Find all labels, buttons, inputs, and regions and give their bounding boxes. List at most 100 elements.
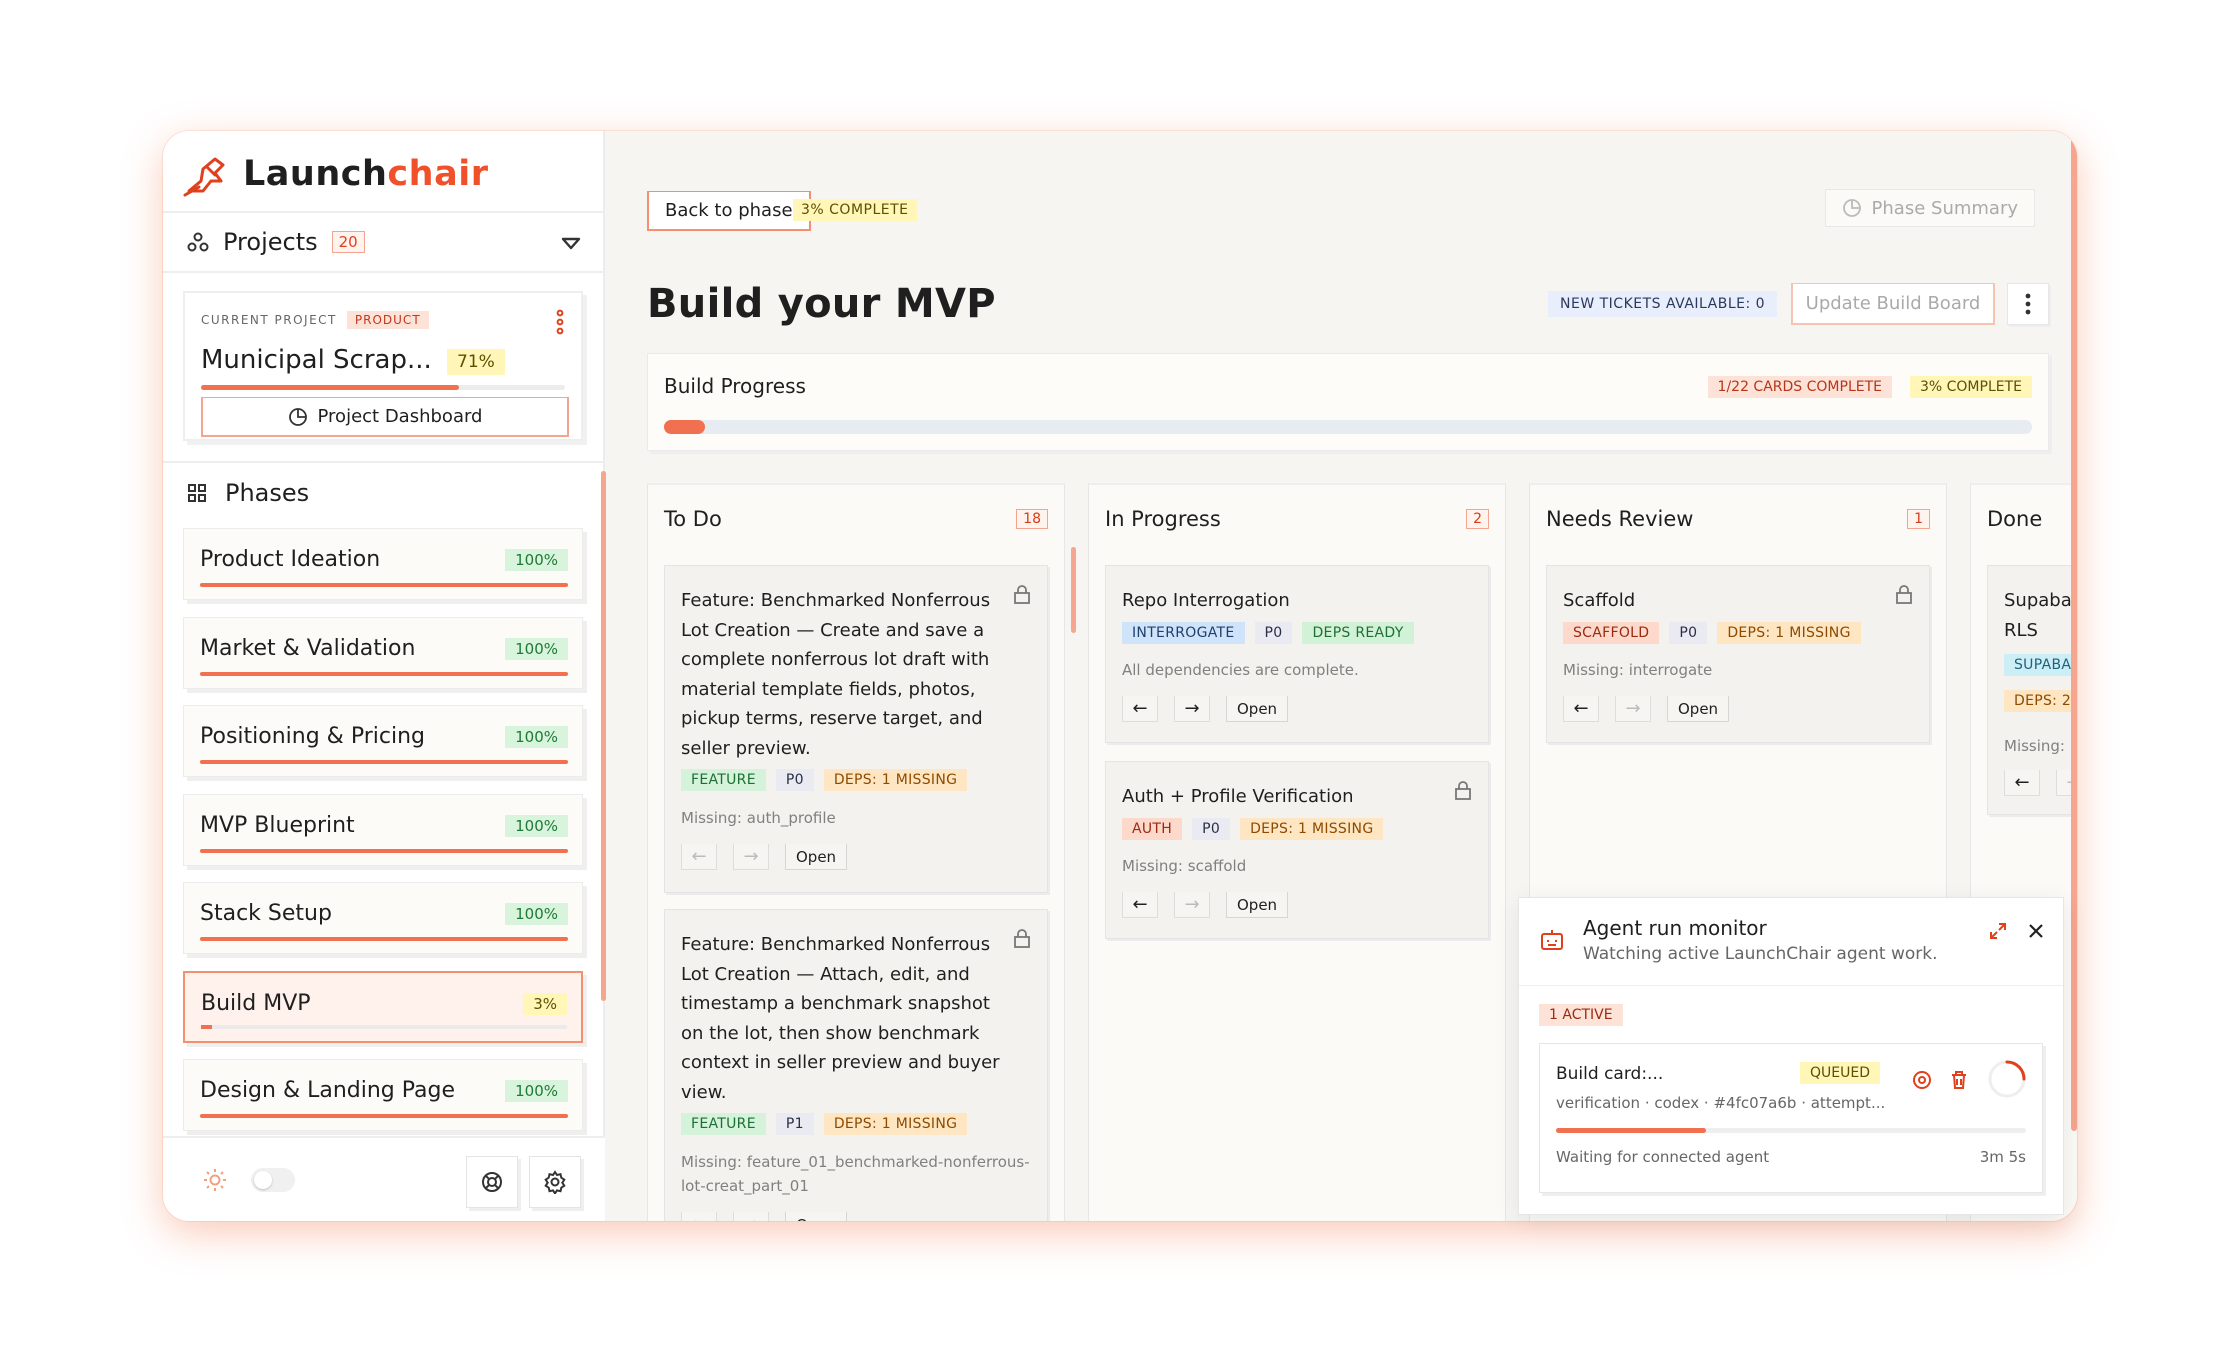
ticket-title: Repo Interrogation: [1122, 590, 1290, 611]
ticket-actions: ← →: [2004, 770, 2077, 796]
projects-selector[interactable]: Projects 20: [163, 211, 605, 273]
ticket-card[interactable]: Scaffold SCAFFOLD P0 DEPS: 1 MISSING Mis…: [1546, 565, 1930, 743]
board-menu-button[interactable]: [2007, 283, 2049, 325]
settings-button[interactable]: [529, 1156, 581, 1208]
ticket-card[interactable]: Repo Interrogation INTERROGATE P0 DEPS R…: [1105, 565, 1489, 743]
phase-summary-label: Phase Summary: [1871, 197, 2018, 219]
expand-icon[interactable]: [1989, 922, 2007, 940]
theme-toggle[interactable]: [251, 1168, 295, 1192]
phase-summary-button[interactable]: Phase Summary: [1824, 189, 2035, 227]
arrow-right-icon: →: [743, 1214, 758, 1221]
ticket-note: All dependencies are complete.: [1122, 661, 1359, 679]
ticket-title: Auth + Profile Verification: [1122, 786, 1354, 807]
type-tag: SCAFFOLD: [1563, 622, 1660, 644]
column-in-progress: In Progress 2 Repo Interrogation INTERRO…: [1088, 483, 1506, 1221]
brand-logo[interactable]: Launchchair: [181, 151, 488, 197]
phase-name: Positioning & Pricing: [200, 724, 425, 749]
deps-tag: DEPS: 1 MISSING: [823, 769, 968, 791]
move-right-button[interactable]: →: [733, 844, 769, 870]
phase-item-stack-setup[interactable]: Stack Setup 100%: [183, 882, 583, 954]
open-ticket-button[interactable]: Open: [1667, 696, 1730, 722]
chevron-down-icon[interactable]: [561, 237, 581, 251]
move-right-button[interactable]: →: [1174, 696, 1210, 722]
move-left-button[interactable]: ←: [2004, 770, 2040, 796]
column-title: Done: [1987, 507, 2043, 531]
project-dashboard-label: Project Dashboard: [317, 406, 483, 427]
back-to-phase-button[interactable]: Back to phase: [647, 191, 811, 231]
stop-icon[interactable]: [1912, 1070, 1932, 1090]
move-right-button[interactable]: →: [1174, 892, 1210, 918]
phase-item-build-mvp[interactable]: Build MVP 3%: [183, 971, 583, 1043]
arrow-left-icon: ←: [2014, 772, 2030, 793]
ticket-actions: ← → Open: [1563, 696, 1730, 722]
run-meta: verification · codex · #4fc07a6b · attem…: [1556, 1094, 1886, 1112]
type-tag: INTERROGATE: [1122, 622, 1245, 644]
phase-item-design-landing[interactable]: Design & Landing Page 100%: [183, 1059, 583, 1131]
phase-progress: [200, 760, 568, 764]
phase-percent: 100%: [505, 903, 568, 925]
open-ticket-button[interactable]: Open: [1226, 696, 1289, 722]
deps-tag: DEPS: 1 MISSING: [823, 1113, 968, 1135]
open-ticket-button[interactable]: Open: [785, 1212, 848, 1221]
phase-percent: 100%: [505, 638, 568, 660]
sidebar-footer: [163, 1136, 605, 1221]
ticket-card[interactable]: Supabas RLS SUPABAS DEPS: 2 I Missing: ir…: [1987, 565, 2077, 815]
move-left-button[interactable]: ←: [1122, 696, 1158, 722]
phase-item-product-ideation[interactable]: Product Ideation 100%: [183, 528, 583, 600]
more-vertical-icon: [2025, 293, 2031, 315]
deps-tag: DEPS: 1 MISSING: [1240, 818, 1384, 840]
column-count: 1: [1907, 509, 1930, 529]
phase-complete-badge: 3% COMPLETE: [793, 199, 917, 221]
ticket-title: Scaffold: [1563, 590, 1636, 611]
product-badge: PRODUCT: [346, 311, 429, 329]
move-left-button[interactable]: ←: [681, 1212, 717, 1221]
ticket-note: Missing: ir: [2004, 737, 2077, 755]
open-ticket-button[interactable]: Open: [785, 844, 848, 870]
close-icon[interactable]: [2027, 922, 2045, 940]
phases-header: Phases: [163, 461, 605, 523]
current-project-card: CURRENT PROJECT PRODUCT Municipal Scrap.…: [183, 291, 583, 441]
column-title: In Progress: [1105, 507, 1221, 531]
phase-item-mvp-blueprint[interactable]: MVP Blueprint 100%: [183, 794, 583, 866]
sidebar: Launchchair Projects 20 CURRENT PROJECT …: [163, 131, 606, 1221]
phase-item-market-validation[interactable]: Market & Validation 100%: [183, 617, 583, 689]
phase-percent: 100%: [505, 549, 568, 571]
build-progress-title: Build Progress: [664, 374, 806, 398]
phase-name: Market & Validation: [200, 636, 416, 661]
monitor-subtitle: Watching active LaunchChair agent work.: [1583, 944, 1938, 964]
column-title: Needs Review: [1546, 507, 1694, 531]
ticket-card[interactable]: Feature: Benchmarked Nonferrous Lot Crea…: [664, 909, 1048, 1221]
move-right-button[interactable]: →: [1615, 696, 1651, 722]
ticket-tags: SCAFFOLD P0 DEPS: 1 MISSING: [1563, 622, 1861, 644]
ticket-title: Feature: Benchmarked Nonferrous Lot Crea…: [681, 934, 1000, 1103]
move-left-button[interactable]: ←: [1563, 696, 1599, 722]
move-left-button[interactable]: ←: [681, 844, 717, 870]
help-button[interactable]: [466, 1156, 518, 1208]
board-scrollbar[interactable]: [2071, 131, 2077, 1131]
trash-icon[interactable]: [1950, 1070, 1968, 1090]
agent-run-monitor: Agent run monitor Watching active Launch…: [1518, 897, 2064, 1215]
ticket-card[interactable]: Feature: Benchmarked Nonferrous Lot Crea…: [664, 565, 1048, 893]
priority-tag: P0: [1254, 622, 1293, 644]
current-project-progress: [201, 385, 565, 390]
move-right-button[interactable]: →: [733, 1212, 769, 1221]
phase-item-positioning-pricing[interactable]: Positioning & Pricing 100%: [183, 705, 583, 777]
more-vertical-icon[interactable]: [555, 309, 565, 335]
monitor-header: Agent run monitor Watching active Launch…: [1519, 898, 2063, 986]
project-dashboard-button[interactable]: Project Dashboard: [201, 397, 569, 437]
robot-icon: [1541, 930, 1563, 950]
run-progress-bar: [1556, 1128, 2026, 1133]
agent-run-card[interactable]: Build card:... QUEUED verification · cod…: [1539, 1043, 2043, 1193]
open-ticket-button[interactable]: Open: [1226, 892, 1289, 918]
phase-progress: [200, 583, 568, 587]
ticket-card[interactable]: Auth + Profile Verification AUTH P0 DEPS…: [1105, 761, 1489, 939]
new-tickets-badge: NEW TICKETS AVAILABLE: 0: [1548, 291, 1778, 317]
column-scrollbar[interactable]: [1071, 547, 1076, 633]
lock-icon: [1896, 585, 1912, 604]
update-build-board-button[interactable]: Update Build Board: [1791, 283, 1995, 325]
deps-tag: DEPS: 1 MISSING: [1717, 622, 1861, 644]
column-count: 2: [1466, 509, 1489, 529]
move-left-button[interactable]: ←: [1122, 892, 1158, 918]
phase-name: Product Ideation: [200, 547, 381, 572]
current-project-name[interactable]: Municipal Scrap...: [201, 345, 432, 375]
